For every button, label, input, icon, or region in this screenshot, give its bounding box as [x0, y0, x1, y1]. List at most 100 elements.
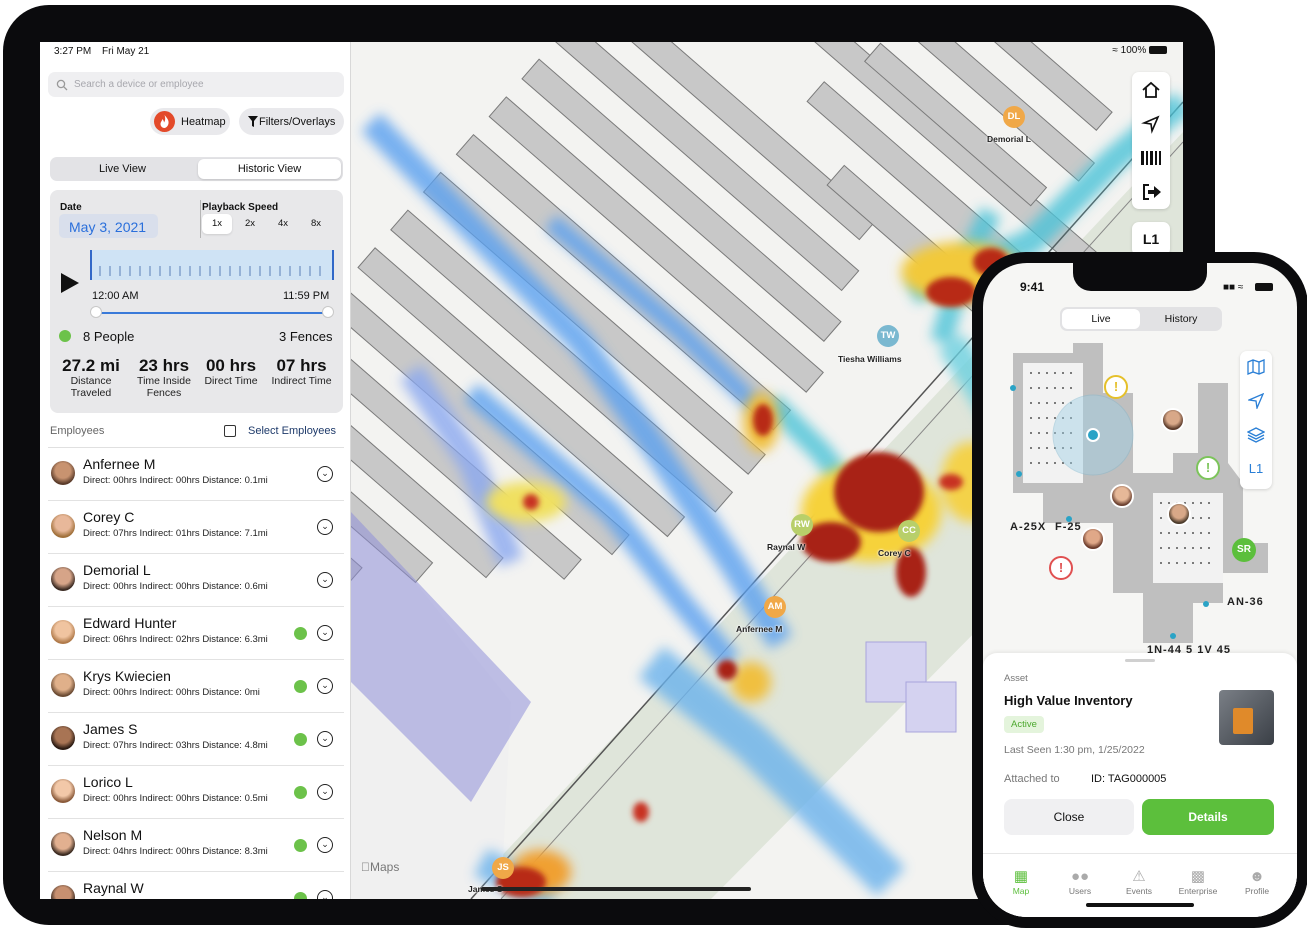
employee-name: Nelson M	[83, 827, 143, 843]
close-button[interactable]: Close	[1004, 799, 1134, 835]
chevron-down-icon[interactable]: ⌄	[317, 678, 333, 694]
avatar	[51, 885, 75, 899]
employee-row[interactable]: James S Direct: 07hrs Indirect: 03hrs Di…	[48, 713, 344, 766]
map-icon[interactable]	[1247, 359, 1265, 380]
chevron-down-icon[interactable]: ⌄	[317, 572, 333, 588]
map-marker-dl[interactable]: DL	[1003, 106, 1025, 128]
battery-icon	[1149, 46, 1167, 55]
employee-name: Edward Hunter	[83, 615, 177, 631]
chevron-down-icon[interactable]: ⌄	[317, 625, 333, 641]
employee-row[interactable]: Edward Hunter Direct: 06hrs Indirect: 02…	[48, 607, 344, 660]
speed-8x[interactable]: 8x	[301, 214, 331, 234]
heatmap-button[interactable]: Heatmap	[150, 108, 230, 135]
chevron-down-icon[interactable]: ⌄	[317, 519, 333, 535]
tab-events[interactable]: ⚠ Events	[1110, 868, 1168, 896]
status-badge: Active	[1004, 716, 1044, 733]
chevron-down-icon[interactable]: ⌄	[317, 837, 333, 853]
avatar[interactable]	[1161, 408, 1185, 432]
speed-4x[interactable]: 4x	[268, 214, 298, 234]
avatar	[51, 461, 75, 485]
employee-row[interactable]: Raynal W ⌄	[48, 872, 344, 899]
avatar[interactable]	[1110, 484, 1134, 508]
play-icon[interactable]	[60, 272, 80, 299]
view-segmented-control: Live View Historic View	[50, 157, 343, 181]
search-placeholder: Search a device or employee	[74, 79, 204, 90]
tab-map[interactable]: ▦ Map	[992, 868, 1050, 896]
chevron-down-icon[interactable]: ⌄	[317, 784, 333, 800]
select-employees-label[interactable]: Select Employees	[248, 425, 336, 437]
stat-direct-value: 00 hrs	[205, 356, 257, 375]
iphone-map-controls: L1	[1240, 351, 1272, 489]
locate-icon[interactable]	[1141, 114, 1161, 134]
chevron-down-icon[interactable]: ⌄	[317, 466, 333, 482]
employee-row[interactable]: Demorial L Direct: 00hrs Indirect: 00hrs…	[48, 554, 344, 607]
chevron-down-icon[interactable]: ⌄	[317, 890, 333, 899]
home-icon[interactable]	[1141, 80, 1161, 100]
warning-marker-yellow[interactable]: !	[1104, 375, 1128, 399]
tab-history[interactable]: History	[1142, 309, 1220, 329]
speed-2x[interactable]: 2x	[235, 214, 265, 234]
barcode-icon[interactable]	[1140, 148, 1162, 168]
active-status-dot	[294, 627, 307, 640]
floor-selector[interactable]: L1	[1132, 222, 1170, 256]
warning-marker-green[interactable]: !	[1196, 456, 1220, 480]
search-input[interactable]: Search a device or employee	[48, 72, 344, 97]
map-marker-am[interactable]: AM	[764, 596, 786, 618]
live-history-segmented: Live History	[1060, 307, 1222, 331]
employee-row[interactable]: Anfernee M Direct: 00hrs Indirect: 00hrs…	[48, 448, 344, 501]
employee-row[interactable]: Lorico L Direct: 00hrs Indirect: 00hrs D…	[48, 766, 344, 819]
marker-sr[interactable]: SR	[1232, 538, 1256, 562]
wifi-icon: ≈	[1112, 45, 1118, 56]
active-status-dot	[294, 786, 307, 799]
chevron-down-icon[interactable]: ⌄	[317, 731, 333, 747]
layers-icon[interactable]	[1246, 427, 1266, 448]
filters-label: Filters/Overlays	[259, 116, 336, 128]
warning-marker-red[interactable]: !	[1049, 556, 1073, 580]
zone-label: F-25	[1055, 521, 1082, 533]
tab-live-view[interactable]: Live View	[52, 159, 193, 179]
employee-name: James S	[83, 721, 138, 737]
filters-overlays-button[interactable]: Filters/Overlays	[239, 108, 344, 135]
tab-historic-view[interactable]: Historic View	[198, 159, 341, 179]
range-handle-start[interactable]	[90, 306, 102, 318]
employee-row[interactable]: Corey C Direct: 07hrs Indirect: 01hrs Di…	[48, 501, 344, 554]
sheet-grabber[interactable]	[1125, 659, 1155, 662]
employee-detail: Direct: 00hrs Indirect: 00hrs Distance: …	[83, 793, 268, 804]
status-time: 9:41	[1020, 280, 1045, 294]
map-marker-rw[interactable]: RW	[791, 514, 813, 536]
select-employees-checkbox[interactable]	[224, 425, 236, 437]
avatar[interactable]	[1167, 502, 1191, 526]
tab-label: Users	[1068, 886, 1092, 896]
avatar[interactable]	[1081, 527, 1105, 551]
map-marker-tw[interactable]: TW	[877, 325, 899, 347]
employee-row[interactable]: Nelson M Direct: 04hrs Indirect: 00hrs D…	[48, 819, 344, 872]
avatar	[51, 567, 75, 591]
apple-maps-attribution: Maps	[361, 860, 399, 874]
people-dot	[59, 330, 71, 342]
speed-segmented: 1x 2x 4x 8x	[202, 190, 332, 240]
employee-detail: Direct: 07hrs Indirect: 01hrs Distance: …	[83, 528, 268, 539]
locate-icon[interactable]	[1246, 392, 1265, 414]
time-range-slider[interactable]	[90, 306, 334, 318]
details-button[interactable]: Details	[1142, 799, 1274, 835]
timeline-scrubber[interactable]	[90, 250, 334, 280]
floor-selector[interactable]: L1	[1240, 461, 1272, 476]
avatar	[51, 779, 75, 803]
tab-live[interactable]: Live	[1062, 309, 1140, 329]
tab-enterprise[interactable]: ▩ Enterprise	[1169, 868, 1227, 896]
employee-name: Krys Kwiecien	[83, 668, 171, 684]
range-handle-end[interactable]	[322, 306, 334, 318]
employee-row[interactable]: Krys Kwiecien Direct: 00hrs Indirect: 00…	[48, 660, 344, 713]
timeline-ticks	[90, 250, 334, 280]
divider	[200, 200, 201, 238]
status-time: 3:27 PM	[54, 46, 92, 57]
date-picker[interactable]: May 3, 2021	[59, 214, 158, 238]
exit-icon[interactable]	[1141, 182, 1163, 202]
map-marker-js[interactable]: JS	[492, 857, 514, 879]
battery-percent: 100%	[1120, 45, 1147, 56]
tab-users[interactable]: ●● Users	[1051, 868, 1109, 896]
map-marker-cc[interactable]: CC	[898, 520, 920, 542]
tab-label: Enterprise	[1178, 886, 1218, 896]
speed-1x[interactable]: 1x	[202, 214, 232, 234]
tab-profile[interactable]: ☻ Profile	[1228, 868, 1286, 896]
